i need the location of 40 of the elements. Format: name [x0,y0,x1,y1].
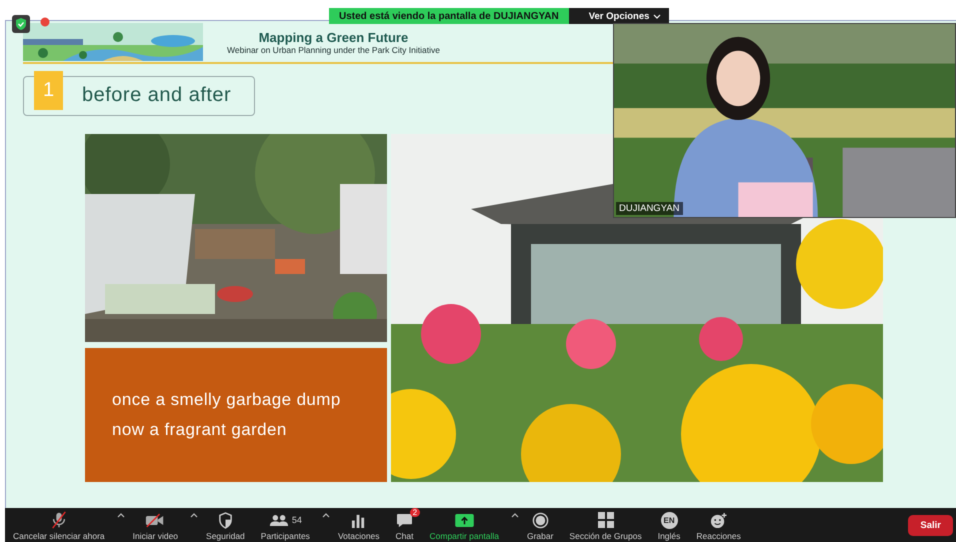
muted-microphone-icon [50,511,68,529]
caret-icon[interactable] [190,513,198,518]
caret-icon[interactable] [510,513,519,518]
chat-button[interactable]: 2 Chat [388,507,422,542]
language-button[interactable]: EN Inglés [650,507,688,542]
slide-subtitle: Webinar on Urban Planning under the Park City Initiative [227,44,440,54]
grid-icon [598,512,614,528]
share-screen-icon [454,514,474,526]
participant-count: 54 [292,515,302,525]
bar-chart-icon [351,512,366,528]
record-icon [532,512,549,528]
smiley-plus-icon [710,512,728,528]
video-off-icon [145,512,166,528]
people-icon [268,514,289,526]
video-button[interactable]: Iniciar video [124,507,186,542]
security-button[interactable]: Seguridad [198,507,253,542]
view-options-button[interactable]: Ver Opciones [568,8,670,24]
caption-line: now a fragrant garden [112,420,288,440]
leave-button[interactable]: Salir [908,514,953,536]
speech-bubble-icon [396,512,414,528]
shield-icon[interactable] [12,15,30,33]
caret-icon[interactable] [116,513,125,518]
participants-button[interactable]: 54 Participantes [252,507,318,542]
record-button[interactable]: Grabar [518,507,562,542]
mute-button[interactable]: Cancelar silenciar ahora [5,507,113,542]
shield-icon [218,512,233,528]
language-badge: EN [660,512,678,528]
slide-title: Mapping a Green Future [258,30,408,44]
caption-line: once a smelly garbage dump [112,390,342,410]
rooms-button[interactable]: Sección de Grupos [561,507,650,542]
notification-badge: 2 [410,508,420,517]
polls-button[interactable]: Votaciones [330,507,388,542]
section-number: 1 [34,70,63,110]
section-title: before and after [82,84,232,107]
caret-icon[interactable] [322,513,330,518]
chevron-icon [653,14,662,18]
share-button[interactable]: Compartir pantalla [422,507,507,542]
sharing-banner: Usted está viendo la pantalla de DUJIANGYAN [329,8,569,24]
recording-icon [40,17,50,27]
reactions-button[interactable]: Reacciones [688,507,749,542]
